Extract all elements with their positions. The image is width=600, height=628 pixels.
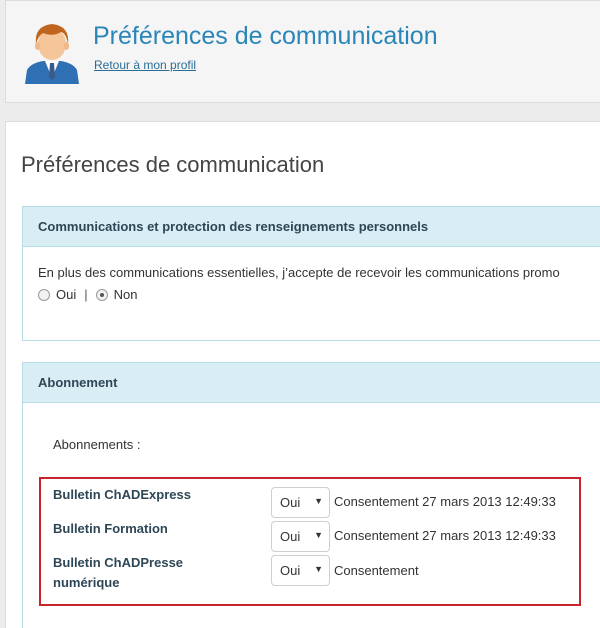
radio-yes[interactable] [38, 288, 50, 301]
select-value: Oui [280, 495, 301, 510]
back-to-profile-link[interactable]: Retour à mon profil [94, 58, 196, 72]
privacy-panel: Communications et protection des renseig… [22, 206, 600, 341]
radio-separator: | [84, 287, 88, 302]
user-avatar-icon [25, 24, 79, 84]
select-value: Oui [280, 563, 301, 578]
select-value: Oui [280, 529, 301, 544]
consent-radio-group: Oui | Non [38, 287, 137, 302]
caret-down-icon: ▼ [314, 564, 323, 574]
privacy-panel-heading: Communications et protection des renseig… [23, 207, 600, 247]
subscription-name: Bulletin Formation [53, 521, 168, 536]
subscription-select[interactable]: Oui ▼ [271, 521, 330, 552]
consent-info: Consentement 27 mars 2013 12:49:33 [334, 494, 556, 509]
consent-info: Consentement 27 mars 2013 12:49:33 [334, 528, 556, 543]
subscription-panel-heading: Abonnement [23, 363, 600, 403]
caret-down-icon: ▼ [314, 496, 323, 506]
subscription-name: Bulletin ChADExpress [53, 487, 191, 502]
page-title: Préférences de communication [93, 22, 438, 50]
radio-no-label[interactable]: Non [114, 287, 138, 302]
subscription-select[interactable]: Oui ▼ [271, 555, 330, 586]
section-title: Préférences de communication [21, 152, 325, 177]
radio-no[interactable] [95, 288, 108, 301]
page-header [5, 0, 600, 103]
radio-yes-label[interactable]: Oui [56, 287, 76, 302]
consent-info: Consentement [334, 563, 419, 578]
subscription-name: Bulletin ChADPresse numérique [53, 555, 184, 590]
subscriptions-label: Abonnements : [53, 437, 141, 452]
caret-down-icon: ▼ [314, 530, 323, 540]
consent-text: En plus des communications essentielles,… [38, 265, 560, 280]
subscription-select[interactable]: Oui ▼ [271, 487, 330, 518]
